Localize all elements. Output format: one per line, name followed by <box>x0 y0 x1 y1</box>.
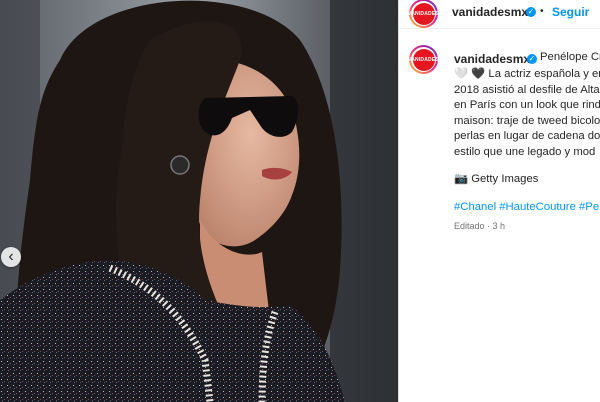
post-sidebar: VANIDADES vanidadesmx ✓ • Seguir VANIDAD… <box>398 0 600 402</box>
brand-logo-small: VANIDADES <box>408 48 439 71</box>
brand-logo: VANIDADES <box>408 2 439 25</box>
caption-line: en París con un look que rind <box>454 99 600 111</box>
follow-button[interactable]: Seguir <box>552 5 589 19</box>
caption-verified-icon: ✓ <box>527 54 537 64</box>
caption-line: 2018 asistió al desfile de Alta <box>454 83 600 96</box>
post-header: VANIDADES vanidadesmx ✓ • Seguir <box>399 0 600 29</box>
caption-avatar[interactable]: VANIDADES <box>408 45 439 74</box>
hashtag-link[interactable]: #Pe <box>579 201 599 213</box>
caption-username[interactable]: vanidadesmx <box>454 52 530 66</box>
header-username[interactable]: vanidadesmx <box>452 5 528 19</box>
photo-credit: 📷 Getty Images <box>454 173 539 185</box>
chevron-left-icon: ‹ <box>8 248 14 265</box>
caption-line: maison: traje de tweed bicolo <box>454 114 600 127</box>
separator-dot: • <box>540 6 544 17</box>
post-photo: ‹ <box>0 0 398 402</box>
hashtag-link[interactable]: #HauteCouture <box>499 201 576 213</box>
previous-image-button[interactable]: ‹ <box>1 247 21 267</box>
photo-illustration <box>0 0 398 402</box>
caption-text: 🤍 🖤 La actriz española y en 2018 asistió… <box>454 67 600 160</box>
caption-line: estilo que une legado y mod <box>454 145 596 158</box>
avatar[interactable]: VANIDADES <box>408 0 439 28</box>
hashtag-link[interactable]: #Chanel <box>454 201 496 213</box>
caption-first-line: Penélope Cr <box>540 51 600 63</box>
caption-line: 🤍 🖤 La actriz española y en <box>454 68 600 80</box>
caption-line: perlas en lugar de cadena do <box>454 130 600 142</box>
post-meta: Editado · 3 h <box>454 221 506 231</box>
hashtags: #Chanel #HauteCouture #Pe <box>454 201 599 213</box>
verified-badge-icon: ✓ <box>526 7 536 17</box>
